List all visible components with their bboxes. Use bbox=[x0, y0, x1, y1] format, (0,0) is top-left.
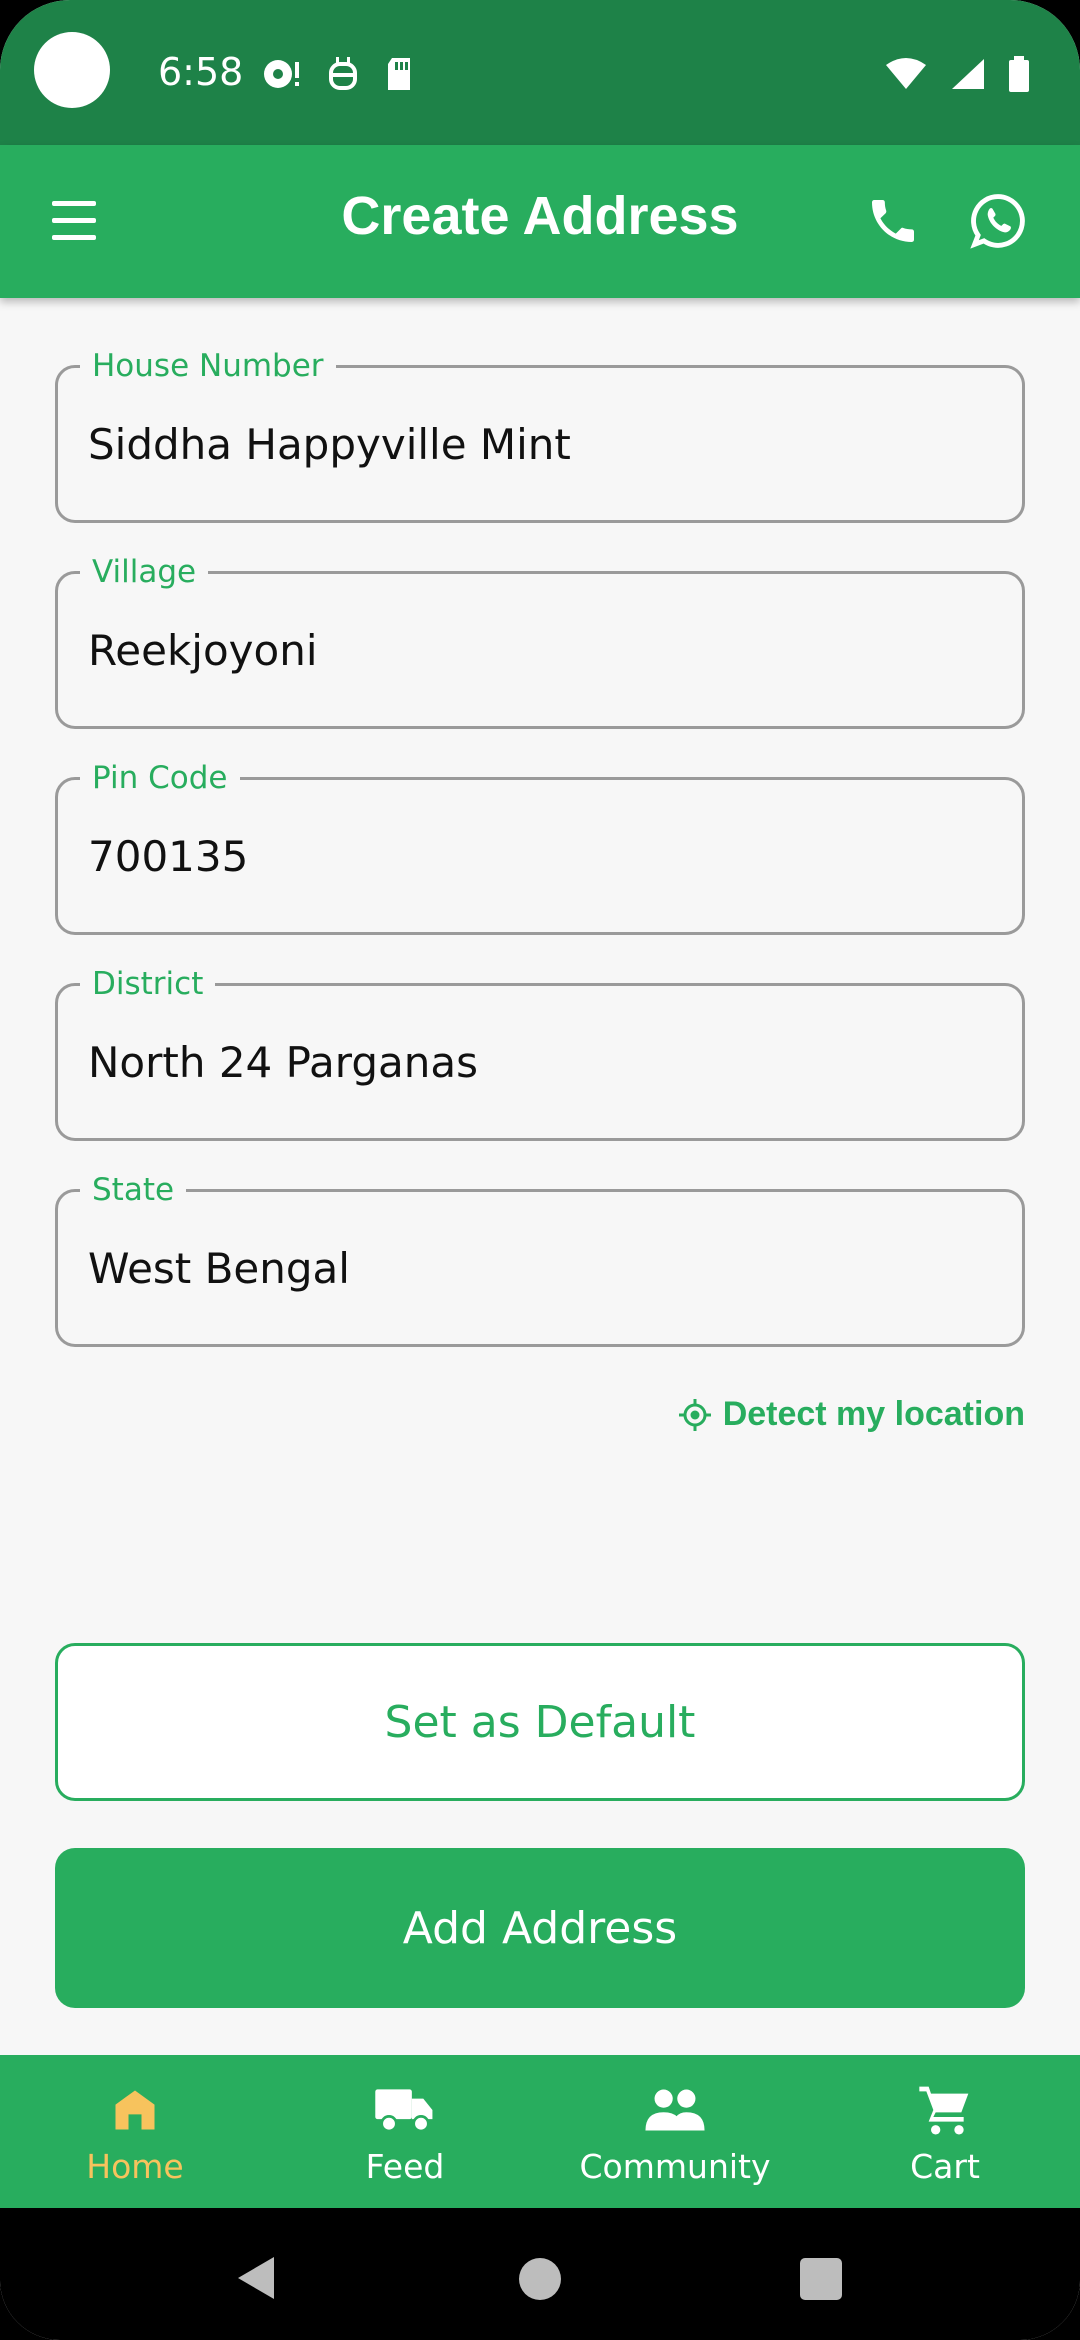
phone-icon[interactable] bbox=[865, 193, 921, 249]
bottom-nav: Home Feed Community Cart bbox=[0, 2055, 1080, 2208]
district-input[interactable] bbox=[88, 1030, 988, 1094]
nav-item-cart[interactable]: Cart bbox=[810, 2055, 1080, 2208]
district-label: District bbox=[80, 964, 216, 1004]
sync-alert-icon bbox=[264, 60, 299, 88]
back-icon[interactable] bbox=[236, 2255, 276, 2301]
pin-code-label: Pin Code bbox=[80, 758, 240, 798]
village-field[interactable]: Village bbox=[55, 552, 1025, 729]
recents-square-icon[interactable] bbox=[800, 2258, 842, 2300]
detect-location-link[interactable]: Detect my location bbox=[678, 1395, 1025, 1434]
battery-icon bbox=[1009, 56, 1029, 92]
state-label: State bbox=[80, 1170, 187, 1210]
status-time: 6:58 bbox=[158, 50, 244, 94]
district-field[interactable]: District bbox=[55, 964, 1025, 1141]
home-circle-icon[interactable] bbox=[519, 2258, 561, 2300]
detect-location-label: Detect my location bbox=[722, 1395, 1025, 1433]
add-address-button[interactable]: Add Address bbox=[55, 1848, 1025, 2008]
system-nav-bar bbox=[0, 2208, 1080, 2340]
set-default-button[interactable]: Set as Default bbox=[55, 1643, 1025, 1801]
state-field[interactable]: State bbox=[55, 1170, 1025, 1347]
screen: 6:58 Create Address House Number Siddha … bbox=[0, 0, 1080, 2340]
sd-card-icon bbox=[388, 58, 410, 90]
house-number-label: House Number bbox=[80, 346, 336, 386]
signal-icon bbox=[952, 59, 984, 89]
pin-code-field[interactable]: Pin Code bbox=[55, 758, 1025, 935]
house-number-field[interactable]: House Number bbox=[55, 346, 1025, 523]
house-number-input[interactable] bbox=[88, 412, 988, 476]
village-input[interactable] bbox=[88, 618, 988, 682]
village-label: Village bbox=[80, 552, 209, 592]
nav-item-feed[interactable]: Feed bbox=[270, 2055, 540, 2208]
crosshair-icon bbox=[678, 1398, 711, 1431]
android-debug-icon bbox=[329, 57, 357, 90]
home-icon bbox=[115, 2090, 155, 2130]
whatsapp-icon[interactable] bbox=[968, 191, 1028, 251]
nav-item-community[interactable]: Community bbox=[540, 2055, 810, 2208]
nav-item-home[interactable]: Home bbox=[0, 2055, 270, 2208]
nav-label-community: Community bbox=[579, 2147, 771, 2186]
wifi-icon bbox=[886, 58, 926, 89]
people-icon bbox=[645, 2089, 705, 2131]
app-bar: Create Address bbox=[0, 145, 1080, 298]
pin-code-input[interactable] bbox=[88, 824, 988, 888]
nav-label-home: Home bbox=[86, 2147, 184, 2186]
cart-icon bbox=[919, 2086, 969, 2135]
nav-label-feed: Feed bbox=[365, 2147, 445, 2186]
status-bar: 6:58 bbox=[0, 0, 1080, 145]
state-input[interactable] bbox=[88, 1236, 988, 1300]
nav-label-cart: Cart bbox=[910, 2147, 980, 2186]
camera-cutout bbox=[34, 32, 110, 108]
truck-icon bbox=[375, 2089, 433, 2133]
